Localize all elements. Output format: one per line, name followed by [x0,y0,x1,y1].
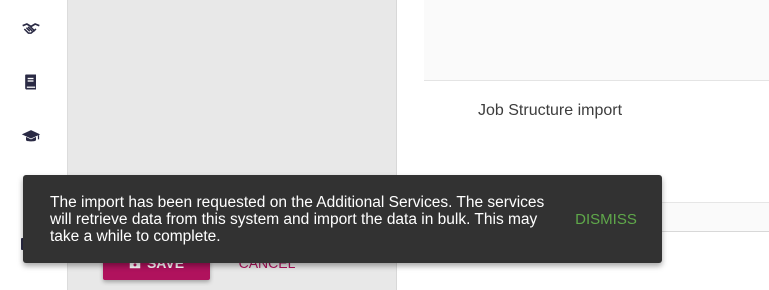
right-panel-header-area [424,0,769,81]
dismiss-button[interactable]: DISMISS [563,207,649,231]
handshake-icon [22,23,40,34]
nav-item-handshake[interactable] [18,16,44,42]
job-structure-import-label: Job Structure import [478,102,623,119]
nav-item-education[interactable] [18,123,44,149]
snackbar-message: The import has been requested on the Add… [50,194,545,245]
graduation-cap-icon [21,130,41,142]
snackbar-notification: The import has been requested on the Add… [23,175,662,263]
book-icon [25,74,36,90]
nav-item-book[interactable] [18,69,44,95]
